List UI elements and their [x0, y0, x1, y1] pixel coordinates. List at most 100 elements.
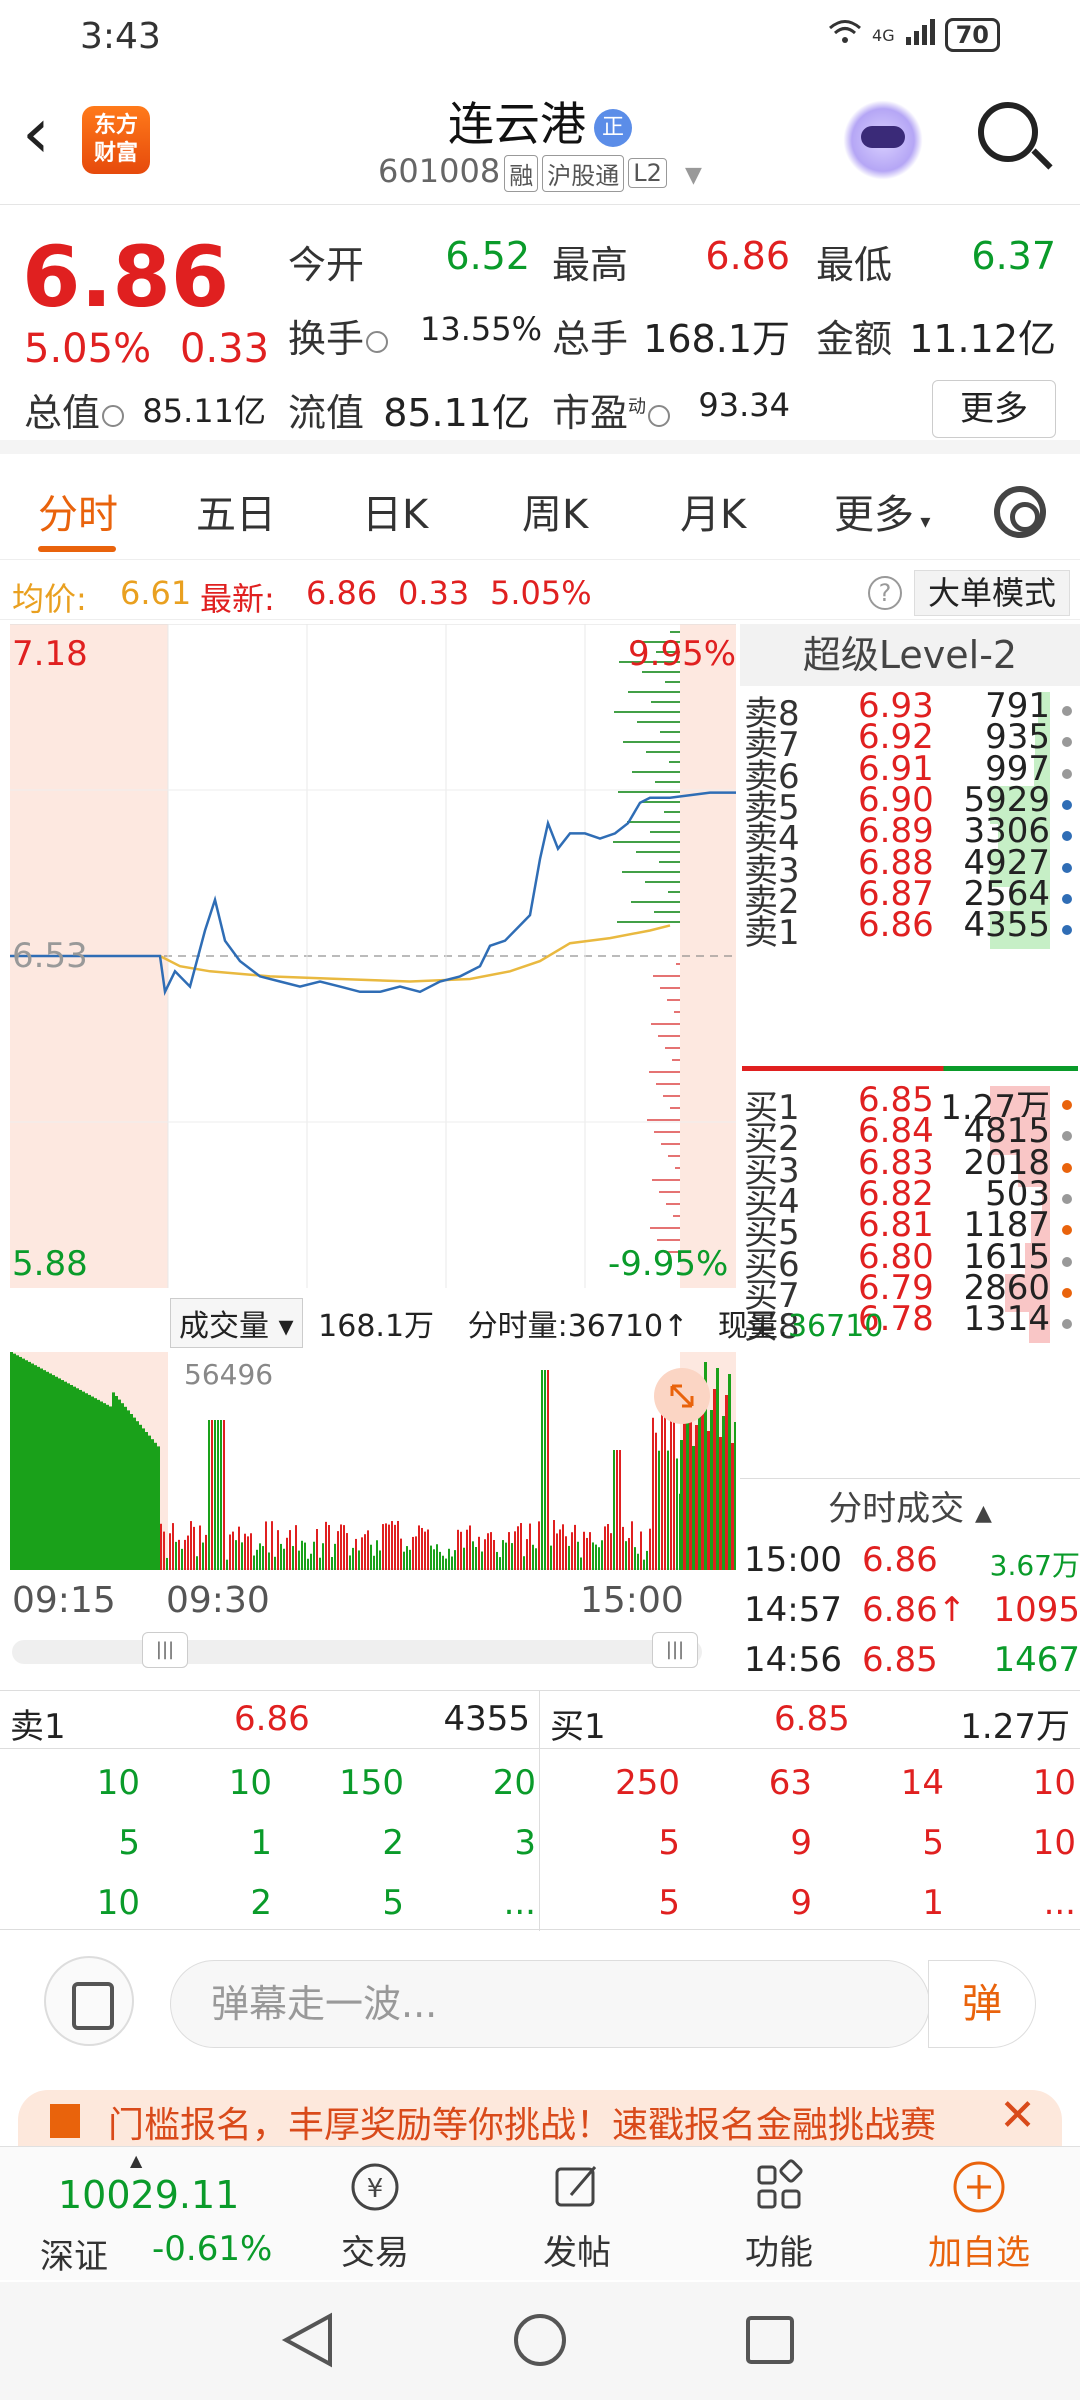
- pe-label: 市盈动: [552, 382, 672, 437]
- chart-bottom-pct: -9.95%: [608, 1244, 729, 1284]
- level-volume: 4355: [963, 905, 1050, 946]
- status-dot: [1062, 893, 1072, 904]
- help-icon[interactable]: ?: [868, 576, 902, 610]
- tab-monthly-k[interactable]: 月K: [680, 482, 746, 540]
- edit-icon: [547, 2157, 607, 2217]
- buy-queue-header: 买1 6.85 1.27万: [540, 1691, 1080, 1749]
- queue-cell: 250: [615, 1763, 680, 1803]
- nav-trade[interactable]: ¥ 交易: [310, 2157, 440, 2274]
- status-dot: [1062, 1131, 1072, 1142]
- intraday-chart-svg: [10, 623, 736, 1288]
- chart-tabs: 分时 五日 日K 周K 月K 更多 ▾: [0, 460, 1080, 560]
- queue-cell: 14: [900, 1763, 944, 1803]
- low-value: 6.37: [971, 234, 1056, 278]
- nav-add-watchlist[interactable]: 加自选: [914, 2157, 1044, 2274]
- queue-cell: 20: [492, 1763, 536, 1803]
- open-value: 6.52: [445, 234, 530, 278]
- level-label: 卖1: [744, 913, 800, 954]
- index-value[interactable]: 10029.11: [58, 2173, 239, 2217]
- nav-functions[interactable]: 功能: [714, 2157, 844, 2274]
- home-nav-icon[interactable]: [514, 2314, 566, 2366]
- bottom-nav: ▲ 10029.11 深证 -0.61% ¥ 交易 发帖 功能 加自选: [0, 2146, 1080, 2280]
- expand-icon[interactable]: [654, 1368, 710, 1424]
- dropdown-icon[interactable]: ▼: [685, 163, 702, 188]
- tab-underline: [38, 546, 116, 552]
- index-name[interactable]: 深证: [40, 2229, 108, 2278]
- tag-level2: L2: [628, 158, 667, 188]
- promo-text: 门槛报名，丰厚奖励等你挑战！速戳报名金融挑战赛: [108, 2105, 937, 2146]
- time-axis-open: 09:30: [166, 1580, 270, 1621]
- tab-intraday[interactable]: 分时: [38, 482, 118, 540]
- gear-icon[interactable]: [994, 486, 1046, 538]
- promo-banner[interactable]: 门槛报名，丰厚奖励等你挑战！速戳报名金融挑战赛 ✕: [18, 2090, 1062, 2150]
- index-pct[interactable]: -0.61%: [152, 2229, 272, 2269]
- info-icon[interactable]: [366, 330, 389, 353]
- nav-post[interactable]: 发帖: [512, 2157, 642, 2274]
- bid-ask-ratio-bar: [742, 1066, 1078, 1071]
- info-icon[interactable]: [102, 404, 125, 427]
- queue-cell: 10: [96, 1763, 140, 1803]
- volume-selector[interactable]: 成交量 ▾: [170, 1298, 303, 1348]
- time-axis-close: 15:00: [580, 1580, 684, 1621]
- tab-weekly-k[interactable]: 周K: [522, 482, 588, 540]
- tab-five-day[interactable]: 五日: [196, 482, 276, 540]
- status-dot: [1062, 862, 1072, 873]
- current-price: 6.86: [22, 228, 230, 326]
- status-dot: [1062, 706, 1072, 716]
- queue-cell: 9: [790, 1883, 812, 1923]
- queue-cell: 5: [382, 1883, 404, 1923]
- open-label: 今开: [288, 243, 365, 287]
- robot-avatar[interactable]: [843, 100, 923, 180]
- intraday-chart[interactable]: 7.18 6.53 5.88 9.95% -9.95%: [10, 623, 736, 1288]
- tab-more[interactable]: 更多 ▾: [834, 482, 930, 540]
- status-dot: [1062, 1225, 1072, 1236]
- big-order-mode-button[interactable]: 大单模式: [914, 570, 1070, 616]
- info-icon[interactable]: [648, 404, 671, 427]
- order-queue-detail: 卖1 6.86 4355 10 10 150 20 5 1 2 3 10 2 5... 买1 6.8…: [0, 1690, 1080, 1931]
- level2-title[interactable]: 超级Level-2: [740, 624, 1080, 686]
- status-dot: [1062, 1100, 1072, 1110]
- close-icon[interactable]: ✕: [999, 2090, 1036, 2141]
- buy-queue: 买1 6.85 1.27万 250 63 14 10 5 9 5 10 5 9 1...: [540, 1691, 1080, 1931]
- danmu-list-icon[interactable]: [44, 1956, 134, 2046]
- amount-label: 金额: [816, 317, 893, 361]
- battery-icon: 70: [944, 18, 1000, 52]
- volume-chart-svg: [10, 1352, 737, 1570]
- tick-trades[interactable]: 分时成交 ▲ 15:00 6.86 3.67万 14:57 6.86↑ 1095…: [740, 1478, 1080, 1688]
- sell-row[interactable]: 卖1 6.86 4355: [740, 905, 1080, 953]
- time-range-slider[interactable]: ||| |||: [12, 1632, 702, 1668]
- float-value: 85.11亿: [383, 391, 530, 435]
- stock-name-text: 连云港: [448, 97, 586, 151]
- status-dot: [1062, 1162, 1072, 1173]
- queue-cell: 3: [514, 1823, 536, 1863]
- more-button[interactable]: 更多: [932, 380, 1056, 438]
- danmu-send-button[interactable]: 弹: [928, 1960, 1036, 2048]
- pe-value: 93.34: [698, 386, 790, 424]
- status-dot: [1062, 768, 1072, 779]
- tag-margin: 融: [504, 154, 539, 192]
- wifi-icon: [828, 19, 862, 52]
- queue-cell: 5: [118, 1823, 140, 1863]
- queue-cell: 150: [339, 1763, 404, 1803]
- queue-cell: 10: [96, 1883, 140, 1923]
- volume-chart[interactable]: 56496: [10, 1352, 737, 1570]
- search-icon[interactable]: [978, 102, 1038, 162]
- slider-left-handle[interactable]: |||: [142, 1632, 188, 1668]
- now-volume-label: 现量:: [717, 1309, 788, 1344]
- mktcap-label: 总值: [24, 382, 126, 437]
- network-type: 4G: [872, 25, 895, 45]
- volume-label: 总手: [552, 317, 629, 361]
- danmu-input[interactable]: 弹幕走一波...: [170, 1960, 930, 2048]
- high-label: 最高: [552, 243, 629, 287]
- back-nav-icon[interactable]: [281, 2312, 332, 2368]
- slider-right-handle[interactable]: |||: [652, 1632, 698, 1668]
- latest-change: 0.33: [398, 574, 470, 612]
- change-percent: 5.05%: [24, 326, 152, 372]
- queue-cell: 5: [658, 1883, 680, 1923]
- recents-nav-icon[interactable]: [746, 2316, 794, 2364]
- status-dot: [1062, 831, 1072, 842]
- stock-header: ‹ 东方财富 连云港正 601008 融沪股通 L2 ▼: [0, 70, 1080, 205]
- volume-total: 168.1万: [318, 1309, 435, 1344]
- tab-daily-k[interactable]: 日K: [362, 482, 428, 540]
- tick-trades-title[interactable]: 分时成交 ▲: [740, 1478, 1080, 1538]
